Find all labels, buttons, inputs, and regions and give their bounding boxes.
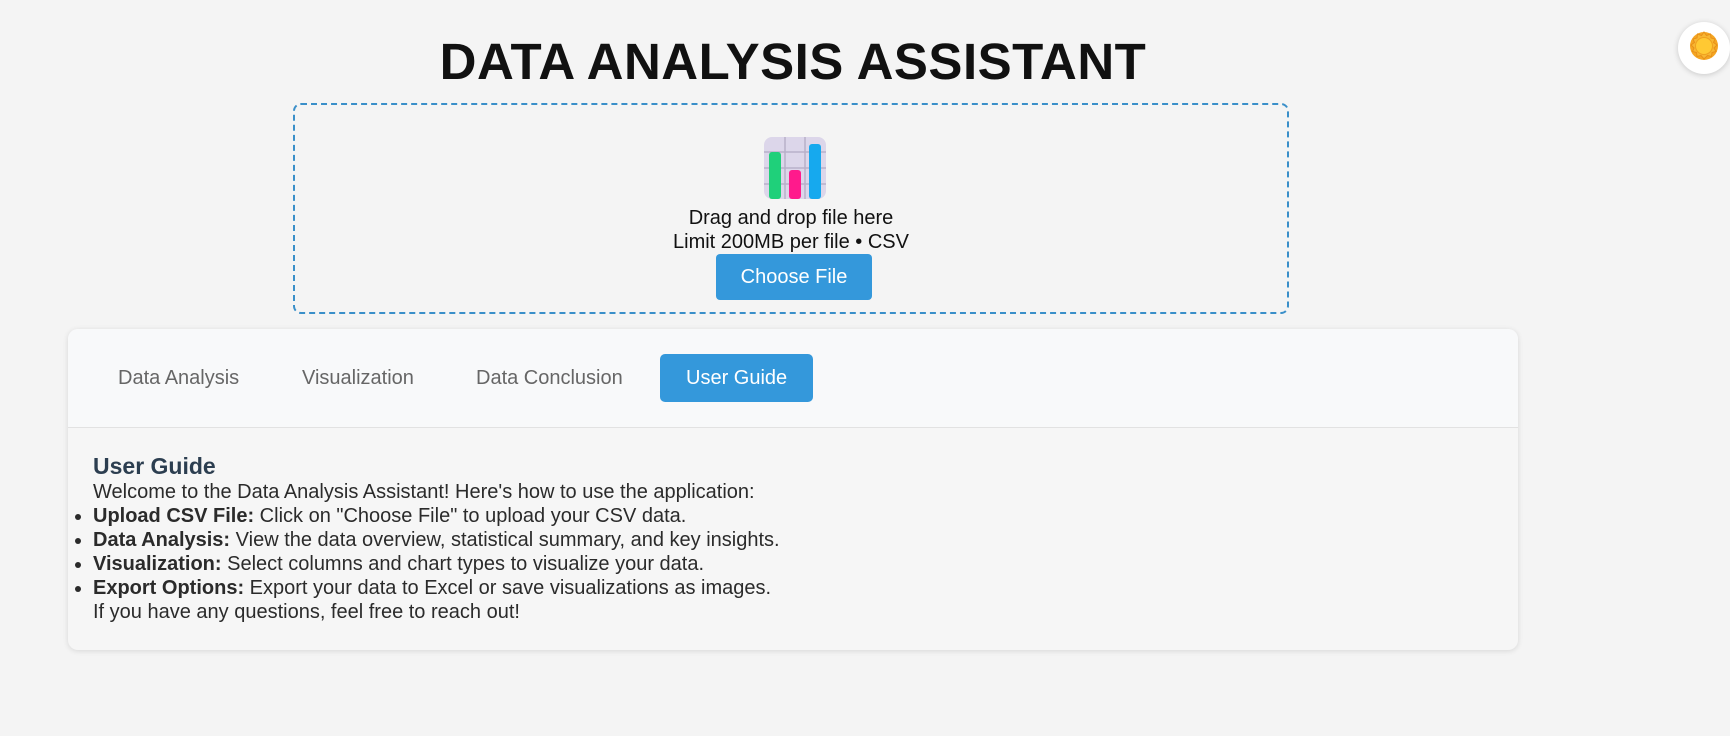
- file-limit-text: Limit 200MB per file • CSV: [673, 231, 909, 253]
- theme-toggle-button[interactable]: [1678, 22, 1730, 74]
- choose-file-button[interactable]: Choose File: [716, 254, 872, 300]
- list-item-text: Export your data to Excel or save visual…: [244, 577, 772, 599]
- list-item-text: Select columns and chart types to visual…: [221, 553, 705, 575]
- main-card: Data Analysis Visualization Data Conclus…: [68, 329, 1518, 650]
- list-item-text: View the data overview, statistical summ…: [230, 529, 780, 551]
- sun-icon: [1687, 29, 1721, 68]
- list-item-term: Data Analysis:: [93, 529, 231, 551]
- user-guide-panel: User Guide Welcome to the Data Analysis …: [75, 453, 1493, 624]
- list-item: Upload CSV File: Click on "Choose File" …: [75, 504, 1493, 528]
- bar-chart-icon: [763, 136, 827, 205]
- list-item-text: Click on "Choose File" to upload your CS…: [254, 505, 687, 527]
- tab-data-conclusion[interactable]: Data Conclusion: [450, 354, 649, 402]
- guide-list: Upload CSV File: Click on "Choose File" …: [75, 504, 1493, 600]
- list-item: Visualization: Select columns and chart …: [75, 552, 1493, 576]
- app-page: DATA ANALYSIS ASSISTANT Drag and drop fi…: [0, 0, 1730, 736]
- drag-drop-text: Drag and drop file here: [688, 207, 894, 229]
- list-item-term: Upload CSV File:: [93, 505, 255, 527]
- tab-user-guide[interactable]: User Guide: [660, 354, 814, 402]
- tab-data-analysis[interactable]: Data Analysis: [92, 354, 265, 402]
- file-dropzone[interactable]: Drag and drop file here Limit 200MB per …: [293, 103, 1289, 314]
- list-item-term: Visualization:: [93, 553, 222, 575]
- list-item: Data Analysis: View the data overview, s…: [75, 528, 1493, 552]
- list-item: Export Options: Export your data to Exce…: [75, 576, 1493, 600]
- guide-title: User Guide: [93, 453, 216, 479]
- guide-intro: Welcome to the Data Analysis Assistant! …: [93, 481, 755, 503]
- list-item-term: Export Options:: [93, 577, 245, 599]
- tab-visualization[interactable]: Visualization: [276, 354, 440, 402]
- tab-bar: Data Analysis Visualization Data Conclus…: [68, 329, 1518, 428]
- guide-outro: If you have any questions, feel free to …: [93, 601, 520, 623]
- page-title: DATA ANALYSIS ASSISTANT: [439, 33, 1147, 90]
